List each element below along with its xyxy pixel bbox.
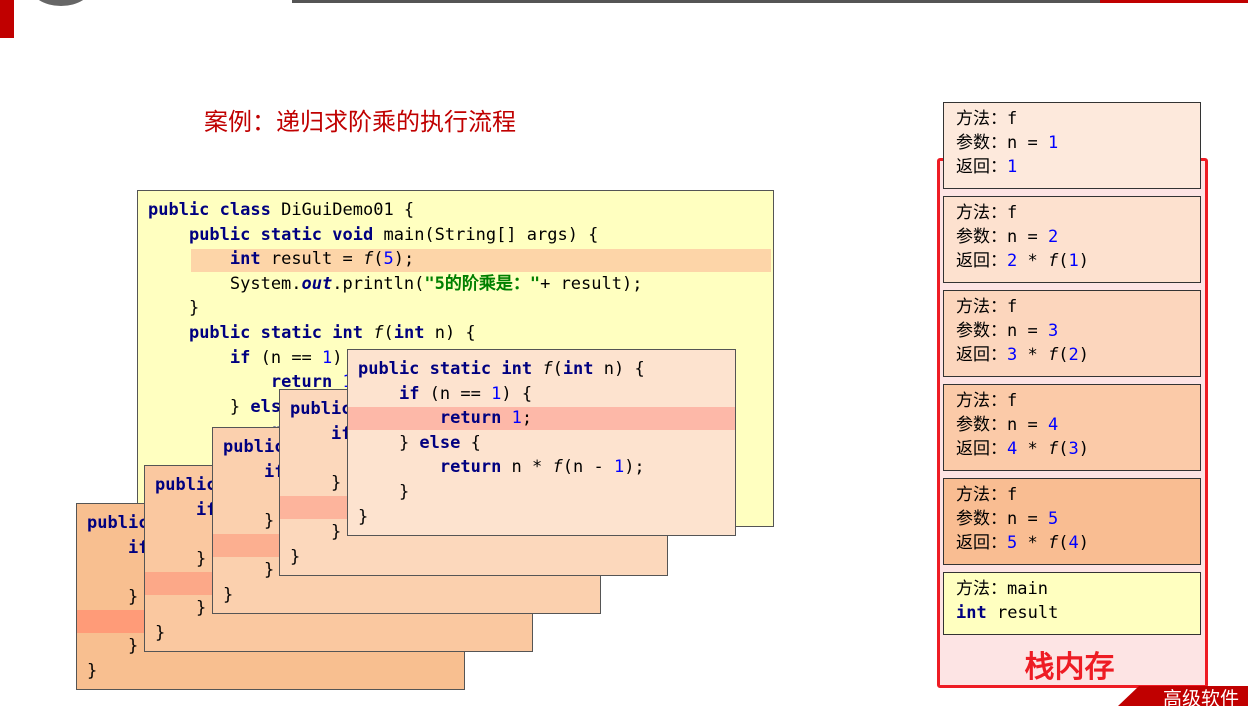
return-expression: 2 * f(1)	[1007, 251, 1089, 271]
local-variable: int result	[956, 603, 1059, 623]
return-expression: 4 * f(3)	[1007, 439, 1089, 459]
call-frame-code-n1: public static int f(int n) { if (n == 1)…	[347, 349, 736, 536]
logo-circle	[30, 0, 92, 6]
slide-title: 案例：递归求阶乘的执行流程	[204, 108, 516, 136]
stack-frame-main: 方法：main int result	[943, 572, 1201, 635]
header-rule-accent	[1100, 0, 1248, 3]
stack-frame-n5: 方法：f 参数：n = 5 返回：5 * f(4)	[943, 478, 1201, 565]
stack-frame-n4: 方法：f 参数：n = 4 返回：4 * f(3)	[943, 384, 1201, 471]
stack-frame-n2: 方法：f 参数：n = 2 返回：2 * f(1)	[943, 196, 1201, 283]
header-rule	[292, 0, 1102, 3]
footer-text: 高级软件	[1163, 688, 1240, 710]
return-expression: 5 * f(4)	[1007, 533, 1089, 553]
stack-frame-n1: 方法：f 参数：n = 1 返回：1	[943, 102, 1201, 189]
stack-frame-n3: 方法：f 参数：n = 3 返回：3 * f(2)	[943, 290, 1201, 377]
stack-memory-label: 栈内存	[1024, 650, 1115, 685]
return-expression: 3 * f(2)	[1007, 345, 1089, 365]
corner-accent	[0, 0, 14, 38]
recursive-code-text: public static int f(int n) { if (n == 1)…	[358, 359, 645, 527]
